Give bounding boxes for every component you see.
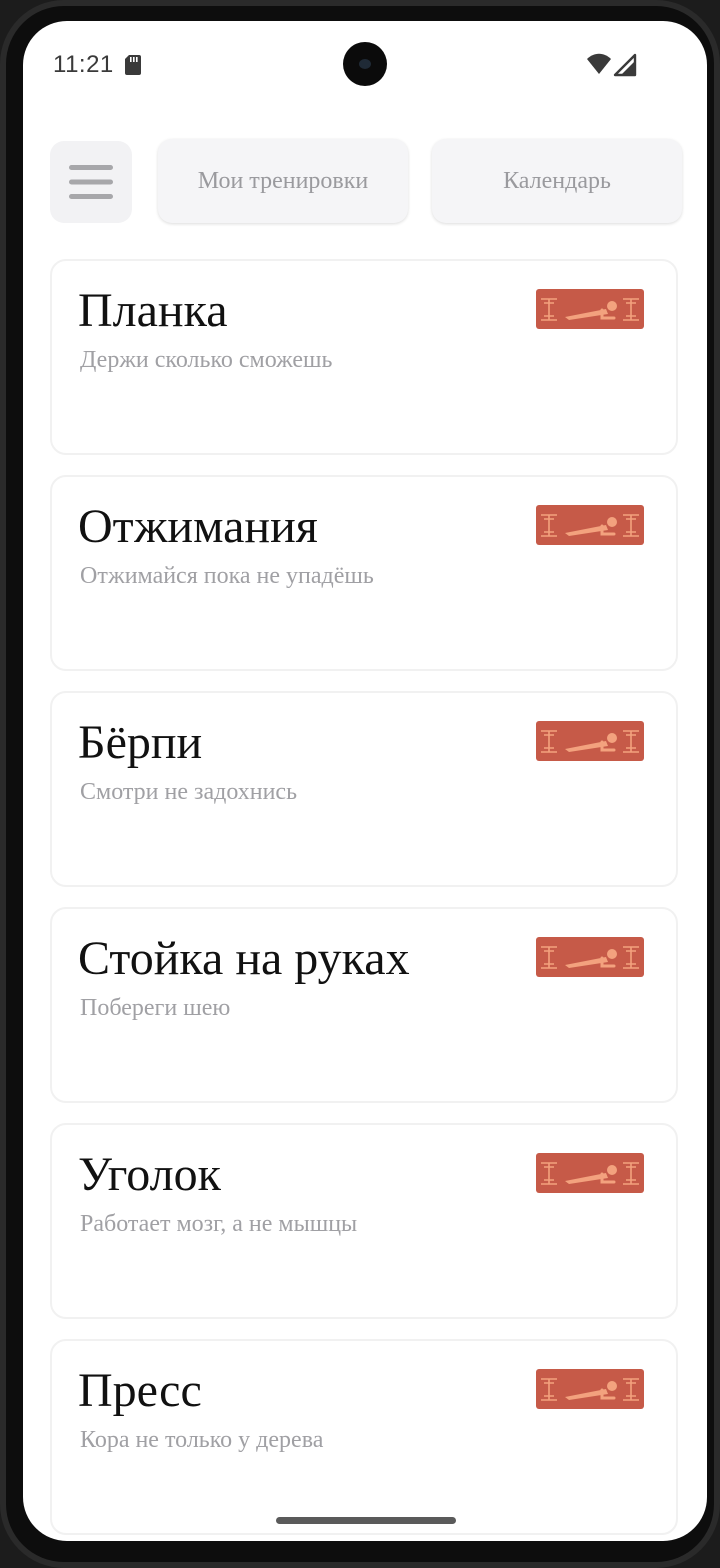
workout-subtitle: Смотри не задохнись: [80, 779, 298, 805]
app-screen: 11:21 Мои тренировки Календарь Планка Де…: [23, 21, 707, 1541]
workout-card-plank[interactable]: Планка Держи сколько сможешь: [50, 259, 678, 455]
status-time: 11:21: [53, 51, 114, 78]
home-gesture-bar[interactable]: [276, 1517, 456, 1524]
workout-card-l-sit[interactable]: Уголок Работает мозг, а не мышцы: [50, 1123, 678, 1319]
wifi-icon: [587, 53, 611, 74]
plank-exercise-icon: [536, 1153, 644, 1193]
tab-my-workouts[interactable]: Мои тренировки: [158, 139, 408, 223]
workout-subtitle: Побереги шею: [80, 995, 231, 1021]
plank-exercise-icon: [536, 289, 644, 329]
plank-exercise-icon: [536, 937, 644, 977]
workout-card-handstand[interactable]: Стойка на руках Побереги шею: [50, 907, 678, 1103]
tab-calendar[interactable]: Календарь: [432, 139, 682, 223]
status-bar: 11:21: [23, 21, 707, 109]
sd-card-icon: [125, 55, 141, 75]
plank-exercise-icon: [536, 721, 644, 761]
plank-exercise-icon: [536, 1369, 644, 1409]
workout-card-burpees[interactable]: Бёрпи Смотри не задохнись: [50, 691, 678, 887]
workout-subtitle: Отжимайся пока не упадёшь: [80, 563, 374, 589]
workout-title: Стойка на руках: [78, 932, 410, 985]
menu-button[interactable]: [50, 141, 132, 223]
workout-card-abs[interactable]: Пресс Кора не только у дерева: [50, 1339, 678, 1535]
workout-title: Уголок: [78, 1148, 221, 1201]
workout-subtitle: Работает мозг, а не мышцы: [80, 1211, 358, 1237]
workout-title: Отжимания: [78, 500, 318, 553]
workout-title: Бёрпи: [78, 716, 203, 769]
workout-title: Планка: [78, 284, 228, 337]
hamburger-menu-icon: [69, 165, 113, 199]
workout-subtitle: Кора не только у дерева: [80, 1427, 324, 1453]
workout-subtitle: Держи сколько сможешь: [80, 347, 333, 373]
workout-card-pushups[interactable]: Отжимания Отжимайся пока не упадёшь: [50, 475, 678, 671]
workout-title: Пресс: [78, 1364, 202, 1417]
front-camera: [343, 42, 387, 86]
signal-icon: [613, 53, 637, 77]
plank-exercise-icon: [536, 505, 644, 545]
